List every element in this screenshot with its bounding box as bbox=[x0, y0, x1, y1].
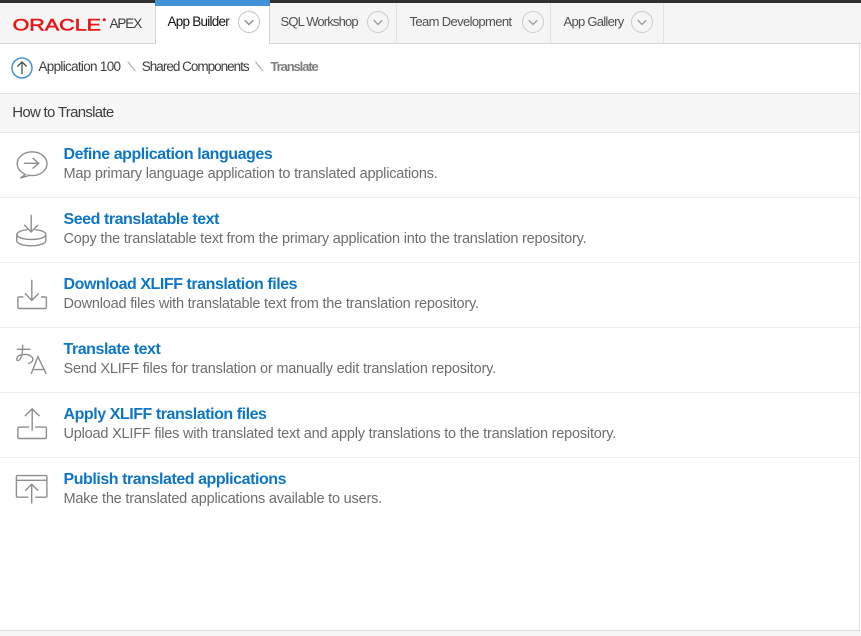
svg-text:ORACLE: ORACLE bbox=[13, 18, 101, 33]
